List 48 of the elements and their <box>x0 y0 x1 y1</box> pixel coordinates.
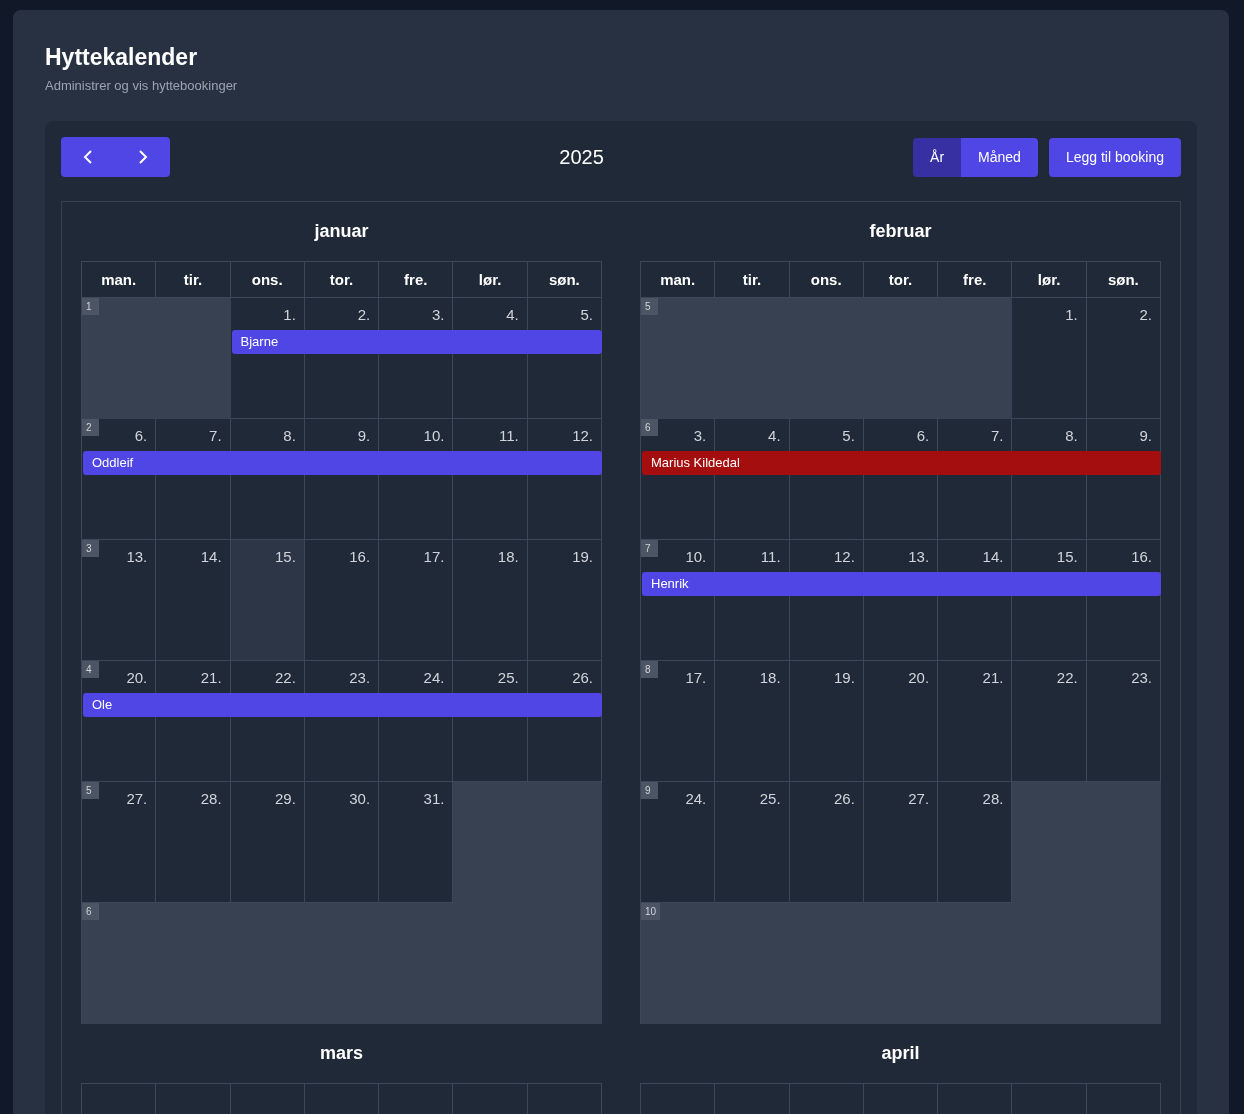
month-title: februar <box>868 220 933 244</box>
week-number: 4 <box>82 661 99 679</box>
chevron-right-icon <box>137 149 148 166</box>
month-title: januar <box>313 220 370 244</box>
week-number: 2 <box>82 419 99 437</box>
day-cell[interactable]: 21. <box>938 661 1013 783</box>
booking-bar[interactable]: Ole <box>83 693 602 718</box>
year-label: 2025 <box>559 145 604 171</box>
week-number: 6 <box>641 419 658 437</box>
day-cell[interactable]: 19. <box>527 540 602 662</box>
booking-bar[interactable]: Bjarne <box>231 330 602 355</box>
weekday-header: lør. <box>453 262 528 299</box>
add-booking-button[interactable]: Legg til booking <box>1048 137 1181 177</box>
weekday-header: ons. <box>230 262 305 299</box>
weekday-header: søn. <box>1086 262 1161 299</box>
day-cell[interactable]: 19. <box>789 661 864 783</box>
day-cell[interactable]: 17. <box>379 540 454 662</box>
weekday-header: lør. <box>1012 262 1087 299</box>
week-number: 3 <box>82 540 99 558</box>
week-number: 9 <box>641 782 658 800</box>
week-number: 5 <box>82 782 99 800</box>
page-subtitle: Administrer og vis hyttebookinger <box>45 76 239 95</box>
week-number: 10 <box>641 903 661 921</box>
view-toggle-button[interactable]: Måned <box>961 137 1038 177</box>
month-title: mars <box>319 1042 364 1066</box>
weekday-header: tor. <box>304 262 380 299</box>
week-number: 8 <box>641 661 658 679</box>
day-cell[interactable]: 16. <box>304 540 380 662</box>
week-number: 6 <box>82 903 99 921</box>
day-cell[interactable]: 18. <box>715 661 790 783</box>
booking-bar[interactable]: Oddleif <box>83 451 602 476</box>
day-cell[interactable]: 14. <box>156 540 231 662</box>
week-number: 5 <box>641 298 658 316</box>
weekday-header: søn. <box>527 262 602 299</box>
view-toggle-button[interactable]: År <box>913 137 962 177</box>
weekday-header: fre. <box>379 262 454 299</box>
day-cell[interactable]: 1. <box>1012 298 1087 420</box>
week-number: 7 <box>641 540 658 558</box>
page-title: Hyttekalender <box>45 44 199 72</box>
week-number: 1 <box>82 298 99 316</box>
day-cell[interactable]: 18. <box>453 540 528 662</box>
day-cell[interactable]: 20. <box>863 661 939 783</box>
booking-bar[interactable]: Marius Kildedal <box>642 451 1161 476</box>
chevron-left-icon <box>83 149 94 166</box>
day-cell[interactable]: 2. <box>1086 298 1161 420</box>
month-title: april <box>880 1042 921 1066</box>
booking-bar[interactable]: Henrik <box>642 572 1161 597</box>
day-cell[interactable]: 15. <box>230 540 305 662</box>
